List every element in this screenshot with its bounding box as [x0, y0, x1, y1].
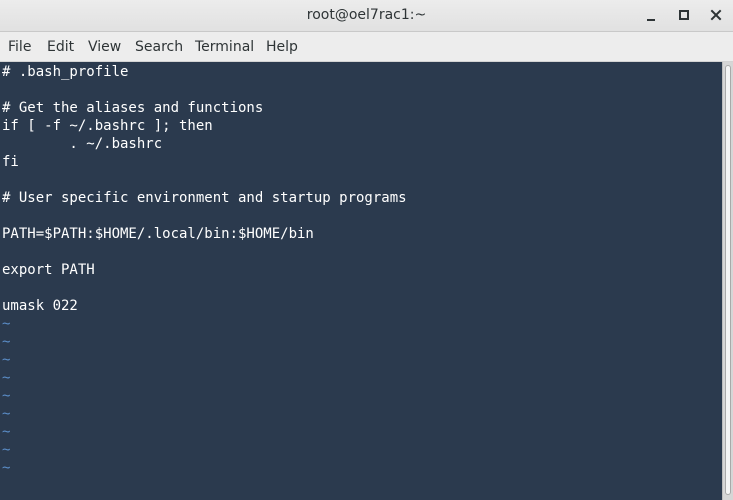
close-icon — [710, 9, 722, 21]
menu-search[interactable]: Search — [135, 39, 183, 55]
minimize-icon — [647, 19, 655, 21]
menu-edit[interactable]: Edit — [47, 39, 74, 55]
window-title: root@oel7rac1:~ — [306, 7, 427, 23]
empty-line-marker: ~ — [2, 334, 11, 350]
vertical-scrollbar[interactable] — [722, 62, 733, 500]
terminal-line: . ~/.bashrc — [2, 136, 163, 152]
menu-file[interactable]: File — [8, 39, 31, 55]
menu-help[interactable]: Help — [266, 39, 298, 55]
empty-line-marker: ~ — [2, 460, 11, 476]
menu-bar: File Edit View Search Terminal Help — [0, 32, 733, 62]
empty-line-marker: ~ — [2, 406, 11, 422]
terminal-line: if [ -f ~/.bashrc ]; then — [2, 118, 213, 134]
empty-line-marker: ~ — [2, 424, 11, 440]
terminal-line: fi — [2, 154, 19, 170]
terminal-window: root@oel7rac1:~ File Edit View Search Te… — [0, 0, 733, 500]
menu-view[interactable]: View — [88, 39, 121, 55]
maximize-button[interactable] — [673, 6, 695, 26]
empty-line-marker: ~ — [2, 316, 11, 332]
empty-line-marker: ~ — [2, 388, 11, 404]
maximize-icon — [679, 10, 689, 20]
terminal-line: # Get the aliases and functions — [2, 100, 264, 116]
scrollbar-thumb[interactable] — [725, 65, 731, 495]
close-button[interactable] — [705, 6, 727, 26]
empty-line-marker: ~ — [2, 442, 11, 458]
terminal-line: # .bash_profile — [2, 64, 129, 80]
terminal-line: PATH=$PATH:$HOME/.local/bin:$HOME/bin — [2, 226, 314, 242]
minimize-button[interactable] — [640, 6, 662, 26]
title-bar[interactable]: root@oel7rac1:~ — [0, 0, 733, 32]
terminal-area[interactable]: # .bash_profile # Get the aliases and fu… — [0, 62, 722, 500]
empty-line-marker: ~ — [2, 352, 11, 368]
menu-terminal[interactable]: Terminal — [195, 39, 254, 55]
terminal-line: # User specific environment and startup … — [2, 190, 407, 206]
empty-line-marker: ~ — [2, 370, 11, 386]
terminal-line: export PATH — [2, 262, 95, 278]
terminal-line: umask 022 — [2, 298, 78, 314]
